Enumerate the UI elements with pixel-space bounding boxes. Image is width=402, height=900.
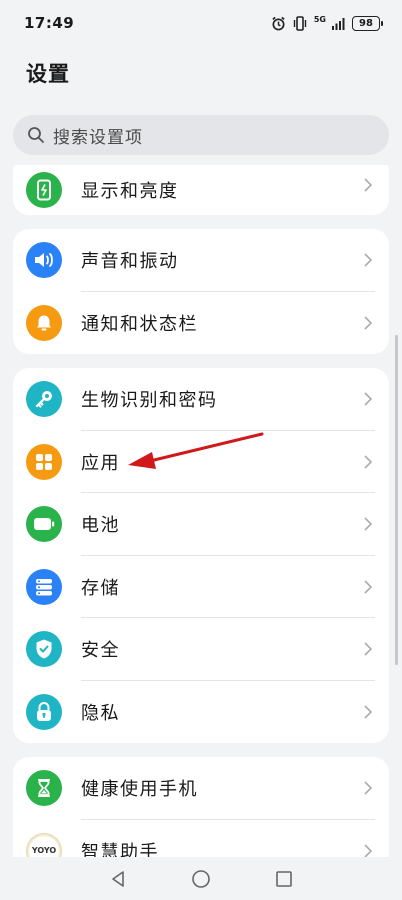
chevron-right-icon — [364, 517, 372, 531]
chevron-right-icon — [364, 580, 372, 594]
settings-item-label: 声音和振动 — [81, 251, 179, 273]
storage-icon — [26, 568, 62, 605]
chevron-right-icon — [364, 455, 372, 469]
settings-item-label: 通知和状态栏 — [81, 313, 198, 335]
status-icons: 5G 98 — [271, 15, 383, 31]
status-bar: 17:49 5G 98 — [0, 0, 402, 46]
chevron-right-icon — [364, 253, 372, 267]
settings-item-display[interactable]: 显示和亮度 — [13, 165, 389, 215]
settings-group-wellbeing: 健康使用手机 YOYO 智慧助手 — [13, 757, 389, 857]
alarm-icon — [272, 16, 285, 30]
settings-group-display: 显示和亮度 — [13, 165, 389, 215]
signal-icon — [332, 17, 345, 30]
chevron-right-icon — [364, 705, 372, 719]
chevron-right-icon — [364, 781, 372, 795]
settings-item-label: 隐私 — [81, 702, 120, 724]
settings-item-notifications[interactable]: 通知和状态栏 — [13, 292, 389, 355]
settings-item-sound[interactable]: 声音和振动 — [13, 229, 389, 292]
chevron-right-icon — [364, 178, 372, 192]
back-icon[interactable] — [109, 870, 127, 888]
search-input[interactable]: 搜索设置项 — [53, 123, 143, 148]
settings-group-sound: 声音和振动 通知和状态栏 — [13, 229, 389, 354]
chevron-right-icon — [364, 844, 372, 857]
battery-level: 98 — [359, 17, 373, 29]
settings-item-label: 存储 — [81, 577, 120, 599]
recents-icon[interactable] — [275, 870, 293, 888]
display-brightness-icon — [26, 172, 62, 208]
privacy-lock-icon — [26, 693, 62, 730]
settings-list[interactable]: 显示和亮度 声音和振动 通知和状态栏 生物识别和密码 应用 电池 存储 安全 隐… — [0, 165, 402, 857]
settings-item-assistant[interactable]: YOYO 智慧助手 — [13, 820, 389, 857]
settings-item-storage[interactable]: 存储 — [13, 556, 389, 618]
settings-item-label: 显示和亮度 — [81, 181, 179, 202]
vibrate-icon — [293, 15, 307, 31]
page-title: 设置 — [26, 62, 70, 86]
settings-item-security[interactable]: 安全 — [13, 618, 389, 681]
chevron-right-icon — [364, 642, 372, 656]
settings-item-label: 电池 — [81, 515, 120, 537]
yoyo-badge-text: YOYO — [31, 846, 57, 856]
settings-group-security: 生物识别和密码 应用 电池 存储 安全 隐私 — [13, 368, 389, 743]
hourglass-icon — [26, 770, 62, 807]
settings-item-battery[interactable]: 电池 — [13, 493, 389, 556]
settings-item-label: 安全 — [81, 640, 120, 662]
battery-indicator: 98 — [352, 15, 383, 31]
search-bar[interactable]: 搜索设置项 — [13, 115, 389, 155]
chevron-right-icon — [364, 316, 372, 330]
battery-icon — [26, 506, 62, 543]
status-time: 17:49 — [24, 14, 75, 32]
settings-item-label: 健康使用手机 — [81, 779, 198, 801]
chevron-right-icon — [364, 392, 372, 406]
settings-item-biometrics[interactable]: 生物识别和密码 — [13, 368, 389, 431]
settings-item-label: 智慧助手 — [81, 841, 159, 857]
key-icon — [26, 381, 62, 418]
settings-item-apps[interactable]: 应用 — [13, 431, 389, 493]
network-type: 5G — [313, 15, 326, 24]
scrollbar[interactable] — [395, 335, 398, 665]
navigation-bar — [0, 857, 402, 900]
shield-icon — [26, 631, 62, 668]
home-icon[interactable] — [191, 869, 211, 889]
settings-item-label: 生物识别和密码 — [81, 390, 218, 412]
apps-grid-icon — [26, 443, 62, 480]
bell-icon — [26, 304, 62, 341]
volume-icon — [26, 242, 62, 279]
search-icon — [28, 127, 44, 143]
settings-item-label: 应用 — [81, 452, 120, 474]
settings-item-digital-balance[interactable]: 健康使用手机 — [13, 757, 389, 820]
settings-item-privacy[interactable]: 隐私 — [13, 681, 389, 744]
yoyo-assistant-icon: YOYO — [26, 832, 62, 857]
